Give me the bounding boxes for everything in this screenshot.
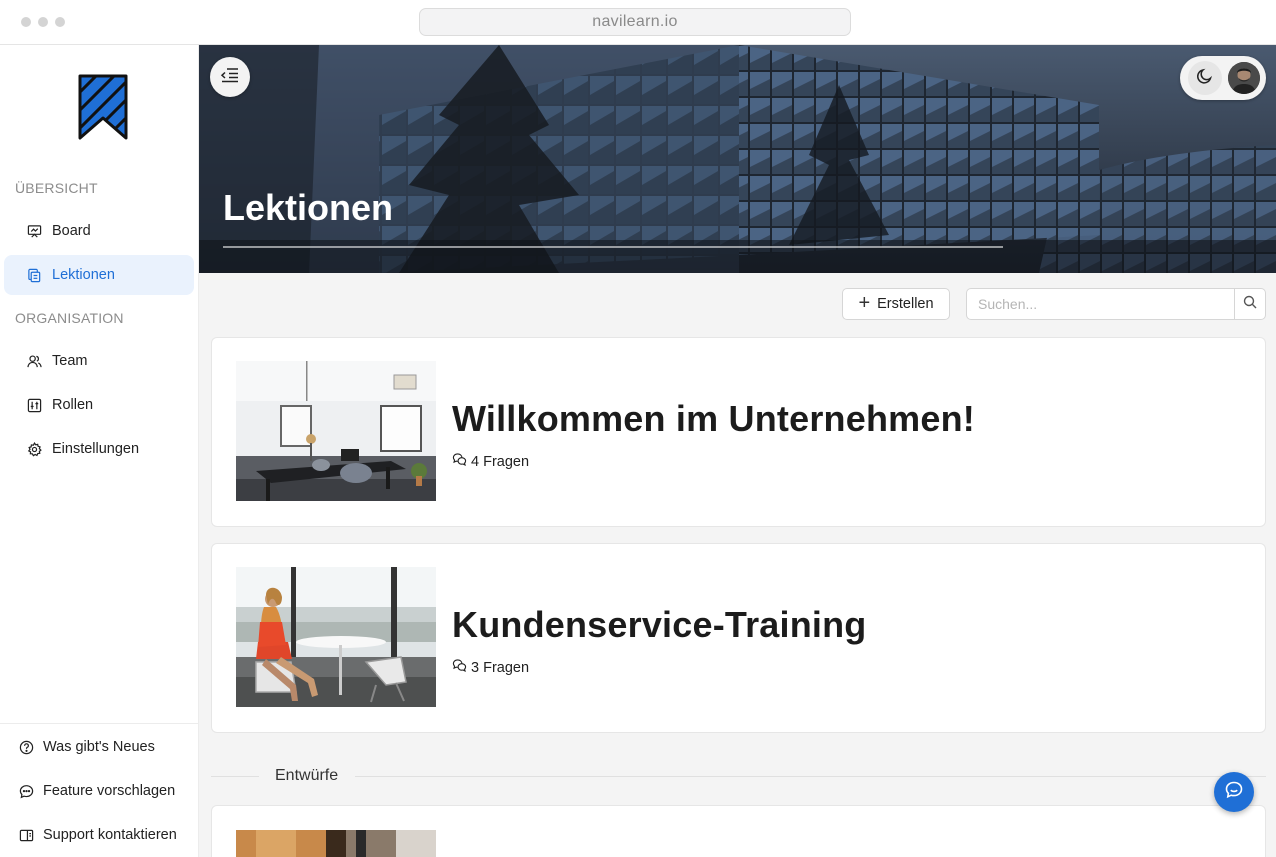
moon-icon <box>1196 67 1214 90</box>
create-lesson-button[interactable]: + Erstellen <box>842 288 950 320</box>
divider <box>211 776 259 777</box>
support-icon <box>18 827 34 843</box>
suggest-feature-link[interactable]: Feature vorschlagen <box>18 783 175 799</box>
sidebar-item-board[interactable]: Board <box>4 211 194 251</box>
sidebar-item-label: Rollen <box>52 397 94 413</box>
question-count-label: 3 Fragen <box>471 659 530 676</box>
lesson-thumbnail-customer-service <box>236 567 436 707</box>
chat-bubbles-icon <box>452 658 471 677</box>
close-window-dot[interactable] <box>21 17 31 27</box>
building-photo <box>199 45 1276 273</box>
copy-icon <box>26 267 42 283</box>
lesson-card[interactable]: Willkommen im Unternehmen! 4 Fragen <box>211 337 1266 527</box>
question-count-label: 4 Fragen <box>471 453 530 470</box>
draft-thumbnail <box>236 830 436 857</box>
whats-new-link[interactable]: Was gibt's Neues <box>18 739 155 755</box>
sidebar-item-label: Einstellungen <box>52 441 140 457</box>
message-dots-icon <box>18 783 34 799</box>
menu-indent-icon <box>220 66 240 89</box>
theme-toggle-button[interactable] <box>1188 61 1222 95</box>
lesson-card[interactable]: Kundenservice-Training 3 Fragen <box>211 543 1266 733</box>
draft-lesson-card[interactable] <box>211 805 1266 857</box>
users-icon <box>26 353 42 369</box>
address-bar[interactable]: navilearn.io <box>419 8 851 36</box>
search-icon <box>1243 295 1257 314</box>
plus-icon: + <box>858 292 871 314</box>
search-button[interactable] <box>1234 289 1265 319</box>
browser-chrome: navilearn.io <box>0 0 1276 45</box>
search-input[interactable] <box>967 289 1234 319</box>
lesson-title[interactable]: Willkommen im Unternehmen! <box>452 398 975 440</box>
sidebar-item-label: Lektionen <box>52 267 115 283</box>
sidebar-item-label: Team <box>52 353 88 369</box>
question-count: 3 Fragen <box>452 658 529 677</box>
footer-item-label: Support kontaktieren <box>43 827 177 843</box>
drafts-section-label: Entwürfe <box>275 767 339 784</box>
section-label-overview: ÜBERSICHT <box>15 180 98 196</box>
lesson-title[interactable]: Kundenservice-Training <box>452 604 867 646</box>
chat-support-button[interactable] <box>1214 772 1254 812</box>
chat-icon <box>1224 780 1244 805</box>
maximize-window-dot[interactable] <box>55 17 65 27</box>
divider <box>355 776 1266 777</box>
user-controls <box>1180 56 1266 100</box>
sidebar-item-label: Board <box>52 223 91 239</box>
sidebar-toggle-button[interactable] <box>210 57 250 97</box>
chat-bubbles-icon <box>452 452 471 471</box>
sidebar: ÜBERSICHT Board Lektionen ORGANISATION T… <box>0 45 199 857</box>
minimize-window-dot[interactable] <box>38 17 48 27</box>
sidebar-item-rollen[interactable]: Rollen <box>4 385 194 425</box>
question-count: 4 Fragen <box>452 452 529 471</box>
search-box <box>966 288 1266 320</box>
help-circle-icon <box>18 739 34 755</box>
gear-icon <box>26 441 42 457</box>
sidebar-item-lektionen[interactable]: Lektionen <box>4 255 194 295</box>
hero-banner: Lektionen <box>199 45 1276 273</box>
contact-support-link[interactable]: Support kontaktieren <box>18 827 177 843</box>
sidebar-item-team[interactable]: Team <box>4 341 194 381</box>
section-label-organisation: ORGANISATION <box>15 310 124 326</box>
create-button-label: Erstellen <box>877 296 934 312</box>
lesson-thumbnail-office <box>236 361 436 501</box>
window-controls <box>21 17 65 27</box>
avatar[interactable] <box>1228 62 1260 94</box>
footer-item-label: Was gibt's Neues <box>43 739 155 755</box>
title-underline <box>223 246 1003 248</box>
page-title: Lektionen <box>223 187 394 228</box>
footer-item-label: Feature vorschlagen <box>43 783 176 799</box>
sliders-icon <box>26 397 42 413</box>
sidebar-item-einstellungen[interactable]: Einstellungen <box>4 429 194 469</box>
presentation-icon <box>26 223 42 239</box>
navilearn-logo[interactable] <box>78 74 128 142</box>
sidebar-footer: Was gibt's Neues Feature vorschlagen Sup… <box>0 723 199 843</box>
